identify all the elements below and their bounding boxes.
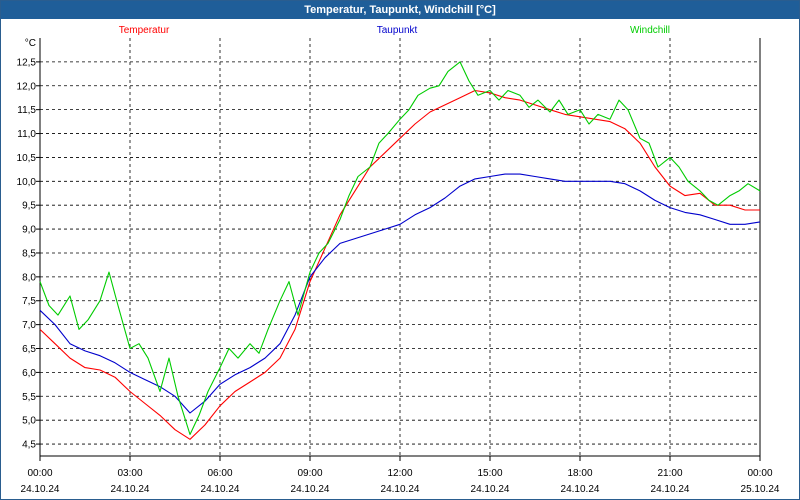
y-tick-label: 11,5 bbox=[17, 105, 36, 116]
y-axis-unit: °C bbox=[25, 38, 36, 49]
x-tick-time: 21:00 bbox=[657, 468, 682, 479]
y-tick-label: 5,5 bbox=[22, 392, 36, 403]
y-tick-label: 8,0 bbox=[22, 272, 36, 283]
y-tick-label: 5,0 bbox=[22, 416, 36, 427]
y-tick-label: 10,5 bbox=[17, 153, 37, 164]
x-tick-time: 00:00 bbox=[747, 468, 772, 479]
y-tick-label: 9,5 bbox=[22, 201, 36, 212]
y-tick-label: 4,5 bbox=[22, 440, 36, 451]
x-tick-date: 24.10.24 bbox=[561, 484, 600, 495]
y-tick-label: 11,0 bbox=[17, 129, 36, 140]
y-tick-label: 6,5 bbox=[22, 344, 36, 355]
chart-svg: 4,5 5,0 5,5 6,0 6,5 7,0 7,5 8,0 8,5 9,0 9,5 10,0 10,… bbox=[17, 25, 780, 495]
x-tick-time: 12:00 bbox=[387, 468, 412, 479]
axes: 4,5 5,0 5,5 6,0 6,5 7,0 7,5 8,0 8,5 9,0 9,5 10,0 10,… bbox=[17, 38, 780, 495]
x-tick-time: 03:00 bbox=[117, 468, 142, 479]
y-tick-label: 6,0 bbox=[22, 368, 36, 379]
x-tick-date: 24.10.24 bbox=[111, 484, 150, 495]
x-tick-date: 24.10.24 bbox=[471, 484, 510, 495]
y-tick-label: 12,0 bbox=[17, 81, 37, 92]
legend-item-taupunkt: Taupunkt bbox=[377, 25, 418, 36]
y-tick-label: 12,5 bbox=[17, 57, 37, 68]
x-tick-date: 24.10.24 bbox=[381, 484, 420, 495]
x-tick-date: 24.10.24 bbox=[21, 484, 60, 495]
x-tick-date: 24.10.24 bbox=[651, 484, 690, 495]
x-tick-date: 24.10.24 bbox=[201, 484, 240, 495]
x-tick-date: 24.10.24 bbox=[291, 484, 330, 495]
x-tick-time: 18:00 bbox=[567, 468, 592, 479]
legend: Temperatur Taupunkt Windchill bbox=[119, 25, 670, 36]
y-tick-label: 10,0 bbox=[17, 177, 37, 188]
x-tick-time: 00:00 bbox=[27, 468, 52, 479]
grid-lines bbox=[40, 38, 760, 456]
series-line-taupunkt bbox=[39, 173, 761, 414]
x-tick-time: 15:00 bbox=[477, 468, 502, 479]
x-tick-time: 09:00 bbox=[297, 468, 322, 479]
x-tick-time: 06:00 bbox=[207, 468, 232, 479]
legend-item-windchill: Windchill bbox=[630, 25, 670, 36]
y-tick-label: 7,5 bbox=[22, 296, 36, 307]
legend-item-temperatur: Temperatur bbox=[119, 25, 170, 36]
y-tick-label: 9,0 bbox=[22, 225, 36, 236]
y-tick-label: 7,0 bbox=[22, 320, 36, 331]
y-tick-label: 8,5 bbox=[22, 248, 36, 259]
x-tick-date: 25.10.24 bbox=[741, 484, 780, 495]
